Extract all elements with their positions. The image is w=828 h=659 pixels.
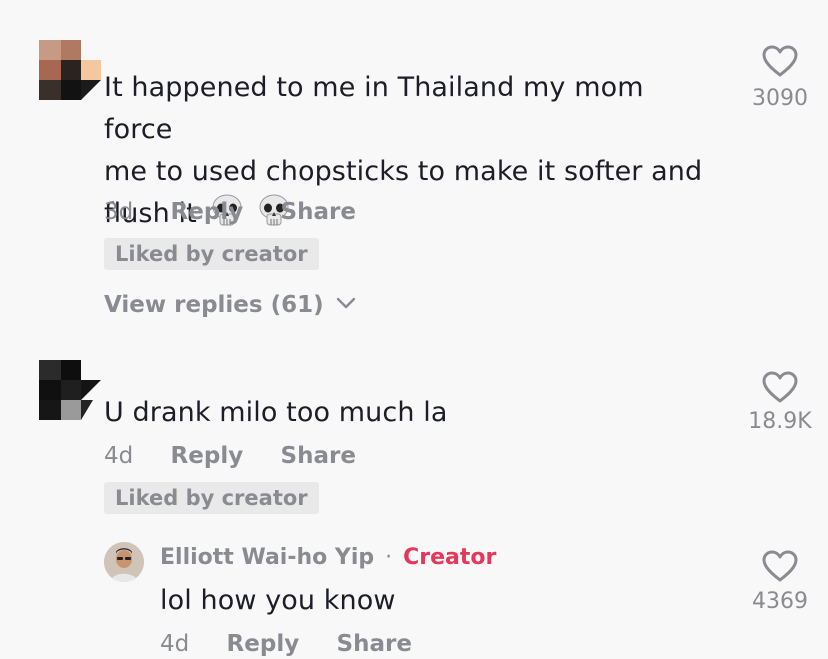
comment-time: 3d	[104, 199, 134, 225]
like-heart-icon[interactable]	[761, 44, 799, 78]
avatar[interactable]	[39, 360, 101, 420]
creator-avatar[interactable]	[104, 542, 144, 582]
reply-author[interactable]: Elliott Wai-ho Yip	[160, 545, 374, 570]
person-avatar-icon	[104, 542, 144, 582]
share-button[interactable]: Share	[337, 631, 412, 657]
comment-meta: 4d Reply Share	[104, 443, 356, 469]
view-replies-button[interactable]: View replies (61)	[104, 292, 356, 318]
reply-button[interactable]: Reply	[171, 443, 244, 469]
share-button[interactable]: Share	[281, 199, 356, 225]
comment-text: U drank milo too much la	[104, 397, 448, 428]
view-replies-label: View replies (61)	[104, 292, 324, 318]
liked-by-creator-badge: Liked by creator	[104, 482, 319, 514]
reply-time: 4d	[160, 631, 190, 657]
comment-text-line: It happened to me in Thailand my mom for…	[104, 72, 644, 145]
chevron-down-icon	[336, 297, 355, 309]
like-heart-icon[interactable]	[761, 370, 799, 404]
avatar[interactable]	[39, 40, 101, 100]
like-count: 18.9K	[748, 409, 812, 434]
share-button[interactable]: Share	[281, 443, 356, 469]
creator-label: Creator	[403, 545, 497, 570]
liked-by-creator-badge: Liked by creator	[104, 238, 319, 270]
separator-dot: ·	[385, 545, 393, 570]
reply-meta: 4d Reply Share	[160, 631, 412, 657]
comment-text-line: me to used chopsticks to make it softer …	[104, 156, 703, 187]
like-count: 4369	[752, 589, 808, 614]
reply-button[interactable]: Reply	[171, 199, 244, 225]
reply-button[interactable]: Reply	[227, 631, 300, 657]
comment-time: 4d	[104, 443, 134, 469]
comment-meta: 3d Reply Share	[104, 199, 356, 225]
reply-header: Elliott Wai-ho Yip · Creator	[160, 545, 496, 570]
like-heart-icon[interactable]	[761, 549, 799, 583]
reply-text: lol how you know	[160, 585, 396, 616]
like-count: 3090	[752, 86, 808, 111]
